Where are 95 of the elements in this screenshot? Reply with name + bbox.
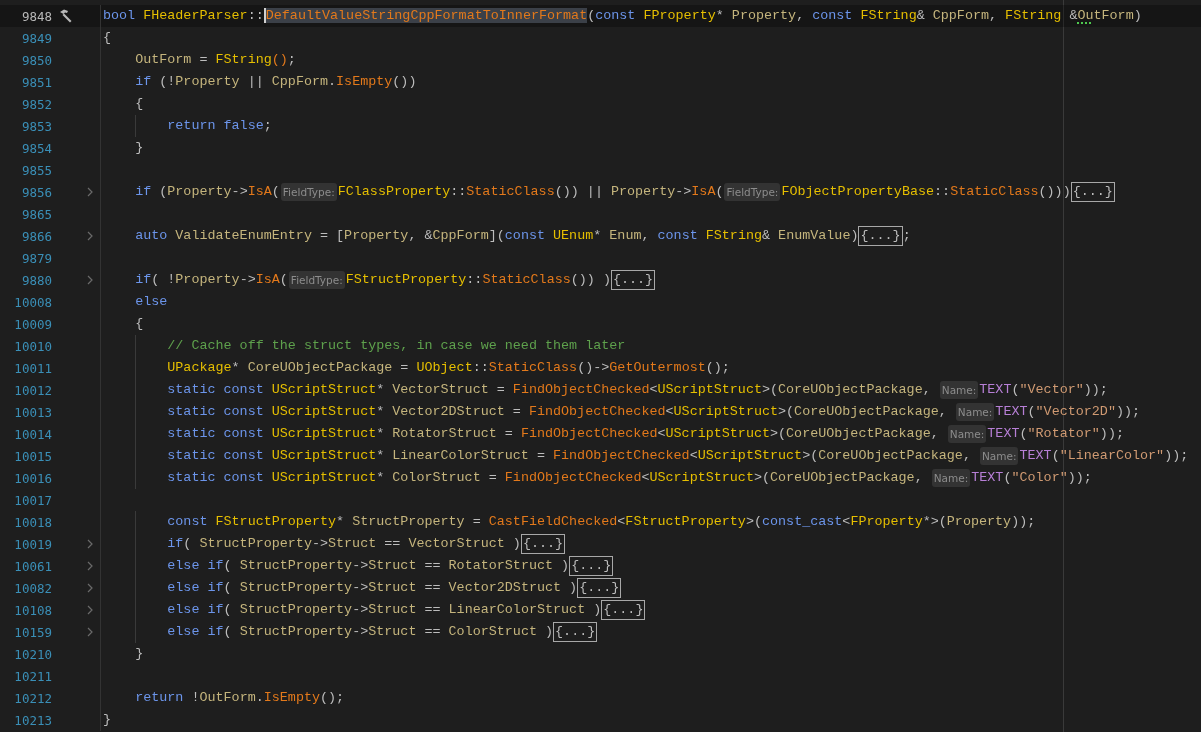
line-number: 10212 bbox=[13, 690, 52, 706]
line-number: 10108 bbox=[13, 602, 52, 618]
code-text: // Cache off the struct types, in case we need them later bbox=[166, 337, 626, 355]
line-number: 9866 bbox=[20, 228, 52, 244]
code-text: else if( StructProperty->Struct == RotatorStruct ) bbox=[166, 557, 570, 575]
code-text: else bbox=[134, 293, 168, 311]
line-number: 10016 bbox=[13, 470, 52, 486]
code-text: } bbox=[134, 645, 144, 663]
code-text: ; bbox=[902, 227, 911, 245]
line-number: 10017 bbox=[13, 492, 52, 508]
line-number: 9855 bbox=[20, 162, 52, 178]
code-text: if (Property->IsA( bbox=[134, 183, 280, 201]
line-number: 10211 bbox=[13, 668, 52, 684]
chevron-right-icon[interactable] bbox=[87, 605, 93, 615]
code-text: TEXT("Vector")); bbox=[979, 381, 1108, 399]
inlay-hint: Name: bbox=[931, 469, 971, 487]
line-number: 10015 bbox=[13, 448, 52, 464]
chevron-right-icon[interactable] bbox=[87, 539, 93, 549]
code-text: TEXT("LinearColor")); bbox=[1019, 447, 1189, 465]
code-text: { bbox=[134, 315, 144, 333]
code-text: else if( StructProperty->Struct == ColorStruct ) bbox=[166, 623, 554, 641]
line-number: 9849 bbox=[20, 30, 52, 46]
line-number: 10213 bbox=[13, 712, 52, 728]
inlay-hint: Name: bbox=[955, 403, 995, 421]
code-text: return !OutForm.IsEmpty(); bbox=[134, 689, 345, 707]
code-text: if (!Property || CppForm.IsEmpty()) bbox=[134, 73, 417, 91]
folded-code-button[interactable]: {...} bbox=[858, 226, 903, 246]
line-number: 10009 bbox=[13, 316, 52, 332]
folded-code-button[interactable]: {...} bbox=[601, 600, 646, 620]
code-text: bool FHeaderParser::DefaultValueStringCppFormatToInnerFormat(const FProperty* Property, const FString& CppForm, FString &OutForm) bbox=[103, 7, 1142, 25]
chevron-right-icon[interactable] bbox=[87, 231, 93, 241]
line-number: 10019 bbox=[13, 536, 52, 552]
code-text: static const UScriptStruct* RotatorStruct = FindObjectChecked<UScriptStruct>(CoreUObjectPackage, bbox=[166, 425, 940, 443]
line-number: 10159 bbox=[13, 624, 52, 640]
chevron-right-icon[interactable] bbox=[87, 187, 93, 197]
code-text: static const UScriptStruct* ColorStruct = FindObjectChecked<UScriptStruct>(CoreUObjectPackage, bbox=[166, 469, 924, 487]
chevron-right-icon[interactable] bbox=[87, 275, 93, 285]
folded-code-button[interactable]: {...} bbox=[520, 534, 566, 554]
line-number: 10082 bbox=[13, 580, 52, 596]
inlay-hint: Name: bbox=[947, 425, 987, 443]
code-text: } bbox=[134, 139, 144, 157]
line-number: 10013 bbox=[13, 404, 52, 420]
inlay-hint: Name: bbox=[939, 381, 979, 399]
code-text: if( StructProperty->Struct == VectorStruct ) bbox=[166, 535, 521, 553]
chevron-right-icon[interactable] bbox=[87, 561, 93, 571]
inlay-hint: Name: bbox=[979, 447, 1019, 465]
hammer-icon[interactable] bbox=[58, 8, 74, 24]
folded-code-button[interactable]: {...} bbox=[577, 578, 622, 598]
line-number: 10018 bbox=[13, 514, 52, 530]
line-number: 9848 bbox=[20, 8, 52, 24]
code-text: else if( StructProperty->Struct == LinearColorStruct ) bbox=[166, 601, 602, 619]
code-text: FStructProperty::StaticClass()) ) bbox=[345, 271, 611, 289]
code-text: { bbox=[134, 95, 144, 113]
code-text: auto ValidateEnumEntry = [Property, &CppForm](const UEnum* Enum, const FString& EnumValue) bbox=[134, 227, 859, 245]
code-text: TEXT("Rotator")); bbox=[987, 425, 1124, 443]
code-text: return false; bbox=[166, 117, 272, 135]
line-number: 9879 bbox=[20, 250, 52, 266]
code-text: static const UScriptStruct* Vector2DStruct = FindObjectChecked<UScriptStruct>(CoreUObjectPackage, bbox=[166, 403, 948, 421]
code-text: TEXT("Color")); bbox=[971, 469, 1092, 487]
folded-code-button[interactable]: {...} bbox=[569, 556, 614, 576]
line-number: 10012 bbox=[13, 382, 52, 398]
line-number: 10011 bbox=[13, 360, 52, 376]
line-number: 9851 bbox=[20, 74, 52, 90]
inlay-hint: FieldType: bbox=[724, 183, 781, 201]
code-text: } bbox=[103, 711, 112, 729]
inlay-hint: FieldType: bbox=[288, 271, 345, 289]
line-number: 9856 bbox=[20, 184, 52, 200]
line-number: 10061 bbox=[13, 558, 52, 574]
code-text: UPackage* CoreUObjectPackage = UObject::StaticClass()->GetOutermost(); bbox=[166, 359, 730, 377]
line-number: 9850 bbox=[20, 52, 52, 68]
line-number: 10008 bbox=[13, 294, 52, 310]
line-number: 10010 bbox=[13, 338, 52, 354]
chevron-right-icon[interactable] bbox=[87, 583, 93, 593]
chevron-right-icon[interactable] bbox=[87, 627, 93, 637]
code-text: static const UScriptStruct* VectorStruct = FindObjectChecked<UScriptStruct>(CoreUObjectPackage, bbox=[166, 381, 932, 399]
line-number: 10210 bbox=[13, 646, 52, 662]
code-text: FClassProperty::StaticClass()) || Property->IsA( bbox=[337, 183, 724, 201]
folded-code-button[interactable]: {...} bbox=[553, 622, 598, 642]
line-number: 9865 bbox=[20, 206, 52, 222]
inlay-hint: FieldType: bbox=[280, 183, 337, 201]
folded-code-button[interactable]: {...} bbox=[1070, 182, 1115, 202]
code-text: TEXT("Vector2D")); bbox=[995, 403, 1141, 421]
code-text: { bbox=[103, 29, 112, 47]
line-number: 9880 bbox=[20, 272, 52, 288]
line-number: 9854 bbox=[20, 140, 52, 156]
line-number: 10014 bbox=[13, 426, 52, 442]
folded-code-button[interactable]: {...} bbox=[610, 270, 656, 290]
code-text: FObjectPropertyBase::StaticClass())) bbox=[781, 183, 1071, 201]
code-text: else if( StructProperty->Struct == Vector2DStruct ) bbox=[166, 579, 578, 597]
code-text: static const UScriptStruct* LinearColorStruct = FindObjectChecked<UScriptStruct>(CoreUObjectPackage, bbox=[166, 447, 972, 465]
code-text: OutForm = FString(); bbox=[134, 51, 296, 69]
code-text: const FStructProperty* StructProperty = CastFieldChecked<FStructProperty>(const_cast<FProperty*>(Property)); bbox=[166, 513, 1036, 531]
code-text: if( !Property->IsA( bbox=[134, 271, 288, 289]
line-number: 9853 bbox=[20, 118, 52, 134]
line-number: 9852 bbox=[20, 96, 52, 112]
